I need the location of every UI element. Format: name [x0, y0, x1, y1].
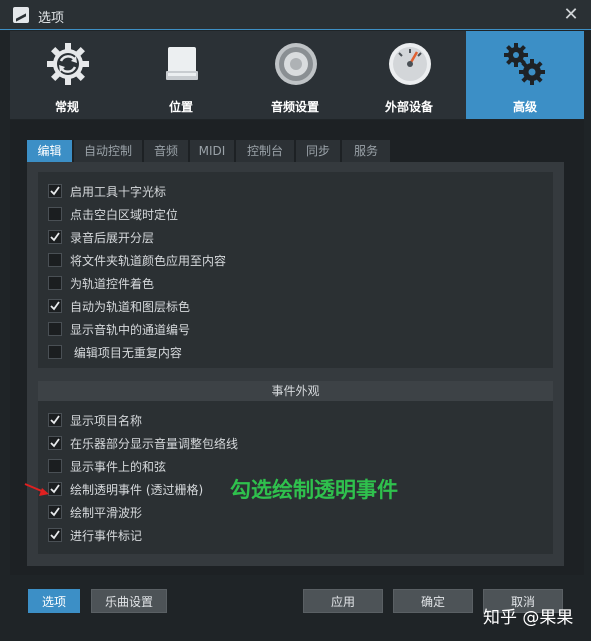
song-settings-button[interactable]: 乐曲设置 — [91, 589, 167, 613]
checkbox[interactable] — [48, 184, 62, 198]
checkbox[interactable] — [48, 230, 62, 244]
checkmark-icon — [50, 438, 60, 448]
watermark: 知乎 @果果 — [483, 608, 574, 628]
option-label: 为轨道控件着色 — [70, 277, 155, 291]
app-logo-icon — [13, 7, 29, 23]
tab-console[interactable]: 控制台 — [236, 140, 294, 162]
option-label: 录音后展开分层 — [70, 231, 155, 245]
window-title: 选项 — [38, 11, 65, 26]
speaker-icon — [275, 43, 317, 85]
category-bar: 常规 位置 音频设置 外部设备 高级 — [10, 31, 584, 119]
tab-sync[interactable]: 同步 — [296, 140, 340, 162]
apply-button[interactable]: 应用 — [303, 589, 383, 613]
gears-icon — [504, 43, 545, 85]
options-button[interactable]: 选项 — [28, 589, 80, 613]
general-options-group: 启用工具十字光标 点击空白区域时定位 录音后展开分层 将文件夹轨道颜色应用至内容… — [38, 172, 553, 368]
tab-automation[interactable]: 自动控制 — [74, 140, 142, 162]
refresh-gear-icon — [47, 43, 89, 85]
checkbox[interactable] — [48, 505, 62, 519]
checkbox[interactable] — [48, 322, 62, 336]
option-label: 点击空白区域时定位 — [70, 208, 179, 222]
option-label: 绘制透明事件 (透过栅格) — [70, 483, 204, 497]
checkbox[interactable] — [48, 436, 62, 450]
option-label: 显示音轨中的通道编号 — [70, 323, 191, 337]
title-bar: 选项 ✕ — [0, 0, 591, 30]
category-audio-setup[interactable]: 音频设置 — [238, 31, 352, 119]
checkbox[interactable] — [48, 413, 62, 427]
ok-button[interactable]: 确定 — [393, 589, 473, 613]
category-advanced[interactable]: 高级 — [466, 31, 584, 119]
tab-midi[interactable]: MIDI — [190, 140, 234, 162]
checkmark-icon — [50, 301, 60, 311]
option-label: 显示项目名称 — [70, 414, 143, 428]
option-label: 将文件夹轨道颜色应用至内容 — [70, 254, 227, 268]
category-locations[interactable]: 位置 — [124, 31, 238, 119]
checkbox[interactable] — [48, 207, 62, 221]
category-label: 音频设置 — [270, 100, 319, 114]
checkbox[interactable] — [48, 528, 62, 542]
tab-edit[interactable]: 编辑 — [27, 140, 72, 162]
checkbox[interactable] — [48, 345, 62, 359]
close-button[interactable]: ✕ — [561, 5, 581, 25]
option-label: 在乐器部分显示音量调整包络线 — [70, 437, 239, 451]
category-general[interactable]: 常规 — [10, 31, 124, 119]
option-label: 显示事件上的和弦 — [70, 460, 167, 474]
option-label: 绘制平滑波形 — [70, 506, 143, 520]
option-label: 启用工具十字光标 — [70, 185, 167, 199]
category-label: 外部设备 — [384, 100, 433, 114]
group-header: 事件外观 — [38, 381, 553, 401]
category-external-devices[interactable]: 外部设备 — [352, 31, 466, 119]
tab-services[interactable]: 服务 — [342, 140, 390, 162]
option-label: 自动为轨道和图层标色 — [70, 300, 191, 314]
category-label: 位置 — [168, 100, 193, 114]
drive-icon — [166, 47, 198, 80]
tab-audio[interactable]: 音频 — [144, 140, 188, 162]
gauge-icon — [389, 43, 431, 85]
checkbox[interactable] — [48, 276, 62, 290]
event-appearance-group: 事件外观 显示项目名称 在乐器部分显示音量调整包络线 显示事件上的和弦 绘制透明… — [38, 381, 553, 554]
checkmark-icon — [50, 507, 60, 517]
red-arrow-icon — [24, 483, 49, 496]
option-label: 编辑项目无重复内容 — [70, 346, 182, 360]
checkbox[interactable] — [48, 299, 62, 313]
checkmark-icon — [50, 232, 60, 242]
category-label: 高级 — [512, 100, 537, 114]
checkmark-icon — [50, 530, 60, 540]
annotation-text: 勾选绘制透明事件 — [230, 478, 398, 502]
category-label: 常规 — [54, 100, 79, 114]
checkbox[interactable] — [48, 459, 62, 473]
checkmark-icon — [50, 186, 60, 196]
checkmark-icon — [50, 415, 60, 425]
option-label: 进行事件标记 — [70, 529, 143, 543]
checkbox[interactable] — [48, 253, 62, 267]
